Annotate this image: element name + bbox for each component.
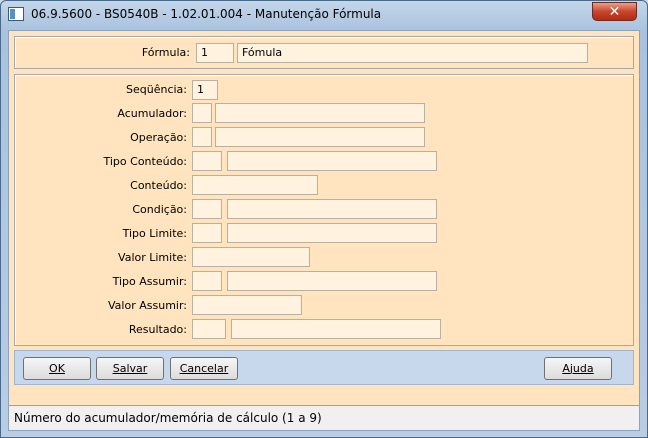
sequencia-label: Seqüência:	[126, 83, 187, 96]
tipo-assumir-desc-field	[227, 271, 437, 291]
cancelar-button[interactable]: Cancelar	[170, 357, 238, 380]
acumulador-desc-field	[215, 103, 425, 123]
tipo-assumir-code-field[interactable]	[192, 271, 222, 291]
tipo-limite-label: Tipo Limite:	[122, 227, 187, 240]
valor-assumir-field[interactable]	[192, 295, 302, 315]
sequencia-field[interactable]: 1	[192, 80, 218, 100]
ok-button[interactable]: OK	[23, 357, 91, 380]
valor-limite-field[interactable]	[192, 247, 310, 267]
app-window-icon	[8, 7, 24, 21]
title-bar[interactable]: 06.9.5600 - BS0540B - 1.02.01.004 - Manu…	[1, 1, 647, 29]
valor-limite-label: Valor Limite:	[118, 251, 187, 264]
status-bar: Número do acumulador/memória de cálculo …	[9, 405, 639, 430]
operacao-code-field[interactable]	[192, 127, 212, 147]
ok-button-mnemonic: O	[49, 362, 58, 375]
ajuda-button-mnemonic: A	[562, 362, 570, 375]
formula-name-field[interactable]: Fómula	[237, 43, 588, 63]
conteudo-label: Conteúdo:	[130, 179, 187, 192]
salvar-button[interactable]: Salvar	[96, 357, 164, 380]
window-title: 06.9.5600 - BS0540B - 1.02.01.004 - Manu…	[31, 7, 382, 21]
salvar-button-mnemonic: S	[112, 362, 120, 375]
operacao-label: Operação:	[130, 131, 187, 144]
button-bar: OK Salvar Cancelar Ajuda	[14, 350, 634, 385]
acumulador-code-field[interactable]	[192, 103, 212, 123]
tipo-conteudo-label: Tipo Conteúdo:	[103, 155, 188, 168]
formula-details-panel: Seqüência: 1 Acumulador: Operação: Tipo …	[14, 74, 634, 346]
tipo-conteudo-desc-field	[227, 151, 437, 171]
ajuda-button-label: juda	[569, 362, 594, 375]
formula-code-field[interactable]: 1	[196, 43, 234, 63]
tipo-conteudo-code-field[interactable]	[192, 151, 222, 171]
close-button[interactable]: ✕	[592, 2, 637, 21]
tipo-limite-code-field[interactable]	[192, 223, 222, 243]
valor-assumir-label: Valor Assumir:	[108, 299, 187, 312]
condicao-code-field[interactable]	[192, 199, 222, 219]
operacao-desc-field	[215, 127, 425, 147]
ajuda-button[interactable]: Ajuda	[544, 357, 612, 380]
formula-header-panel: Fórmula: 1 Fómula	[14, 36, 634, 69]
formula-label: Fórmula:	[141, 46, 190, 59]
status-text: Número do acumulador/memória de cálculo …	[14, 411, 322, 425]
tipo-limite-desc-field	[227, 223, 437, 243]
condicao-desc-field	[227, 199, 437, 219]
acumulador-label: Acumulador:	[117, 107, 187, 120]
resultado-code-field[interactable]	[192, 319, 226, 339]
dialog-client-area: Fórmula: 1 Fómula Seqüência: 1 Acumulado…	[8, 30, 640, 431]
condicao-label: Condição:	[132, 203, 187, 216]
conteudo-field[interactable]	[192, 175, 318, 195]
tipo-assumir-label: Tipo Assumir:	[112, 275, 187, 288]
cancelar-button-label: ancelar	[187, 362, 229, 375]
ok-button-label: K	[57, 362, 65, 375]
salvar-button-label: alvar	[119, 362, 148, 375]
resultado-desc-field	[231, 319, 441, 339]
window: 06.9.5600 - BS0540B - 1.02.01.004 - Manu…	[0, 0, 648, 438]
resultado-label: Resultado:	[128, 323, 187, 336]
